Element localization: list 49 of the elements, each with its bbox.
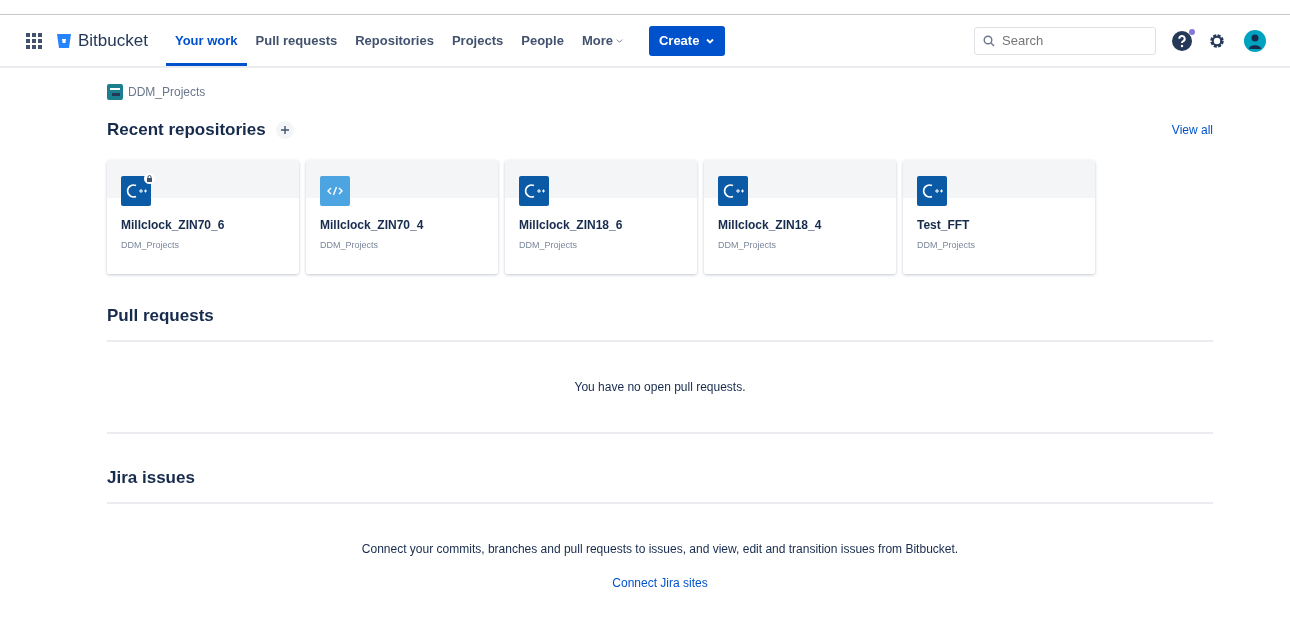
language-logo-icon <box>519 176 549 206</box>
avatar-button[interactable] <box>1244 29 1266 52</box>
project-name: DDM_Projects <box>718 240 777 250</box>
breadcrumb-link[interactable]: DDM_Projects <box>128 85 206 99</box>
empty-message: You have no open pull requests. <box>573 380 747 394</box>
connect-jira-link[interactable]: Connect Jira sites <box>107 576 1213 590</box>
settings-icon <box>1208 31 1226 50</box>
project-icon <box>107 84 123 100</box>
nav-tab[interactable]: Pull requests <box>246 15 347 66</box>
plus-icon <box>280 126 289 134</box>
nav-tab[interactable]: Your work <box>165 15 247 66</box>
language-logo-icon <box>917 176 947 206</box>
view-all-link[interactable]: View all <box>1171 123 1213 137</box>
project-name: DDM_Projects <box>121 240 180 250</box>
add-button[interactable] <box>275 121 294 139</box>
nav-tab[interactable]: Repositories <box>346 15 443 66</box>
section-title: Recent repositories <box>107 120 266 140</box>
section-title: Pull requests <box>107 306 215 326</box>
settings-button[interactable] <box>1208 31 1226 50</box>
repository-card[interactable]: Millclock_ZIN70_4 DDM_Projects <box>306 160 498 274</box>
language-logo-icon <box>121 176 151 206</box>
brand-name[interactable]: Bitbucket <box>78 30 148 51</box>
repository-name: Test_FFT <box>917 218 971 232</box>
search-field[interactable]: Search <box>974 26 1156 55</box>
repository-name: Millclock_ZIN18_4 <box>718 218 823 232</box>
repository-card[interactable]: Millclock_ZIN18_6 DDM_Projects <box>505 160 697 274</box>
repository-name: Millclock_ZIN70_4 <box>320 218 425 232</box>
jira-description: Connect your commits, branches and pull requests to issues, and view, edit and transition issues from Bitbucket. <box>360 542 960 556</box>
nav-tab[interactable]: Projects <box>442 15 513 66</box>
avatar-icon <box>1244 29 1266 52</box>
chevron-icon <box>614 36 624 45</box>
repository-card[interactable]: Millclock_ZIN18_4 DDM_Projects <box>704 160 896 274</box>
project-name: DDM_Projects <box>320 240 379 250</box>
project-name: DDM_Projects <box>519 240 578 250</box>
nav-tab[interactable]: People <box>512 15 573 66</box>
help-button[interactable] <box>1172 30 1192 51</box>
app-switcher-icon[interactable] <box>26 32 42 49</box>
repository-card[interactable]: Test_FFT DDM_Projects <box>903 160 1095 274</box>
help-icon <box>1172 30 1192 51</box>
language-logo-icon <box>718 176 748 206</box>
repository-card[interactable]: Millclock_ZIN70_6 DDM_Projects <box>107 160 299 274</box>
project-name: DDM_Projects <box>917 240 976 250</box>
repository-name: Millclock_ZIN18_6 <box>519 218 624 232</box>
section-title: Jira issues <box>107 468 196 488</box>
code-icon <box>320 176 350 206</box>
bucket-logo-icon <box>56 32 72 49</box>
create-button[interactable]: Create <box>648 25 726 56</box>
repository-name: Millclock_ZIN70_6 <box>121 218 226 232</box>
more-menu[interactable]: More <box>572 33 633 48</box>
